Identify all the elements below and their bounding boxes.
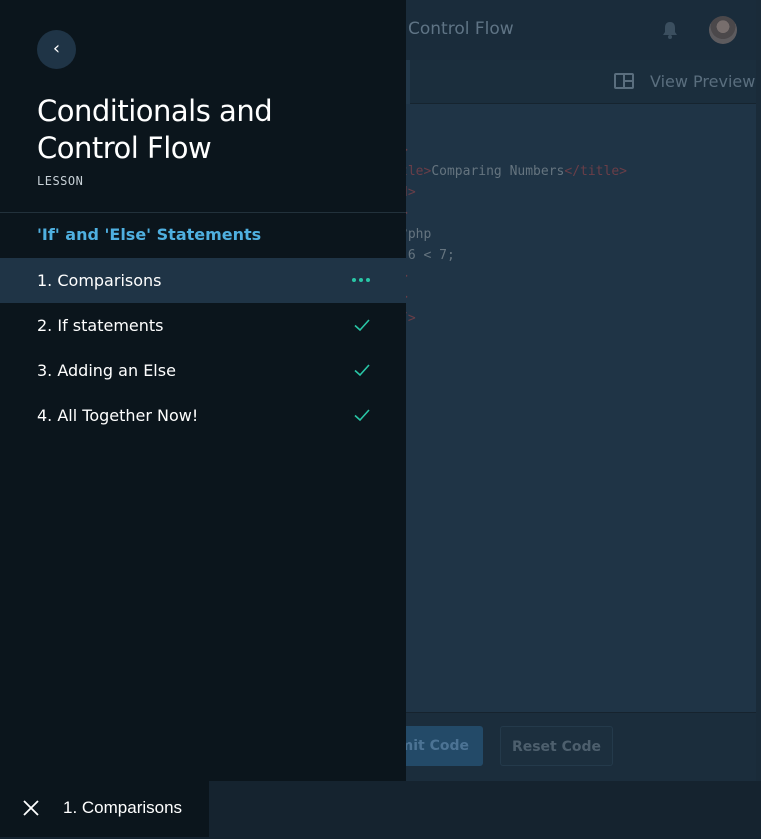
check-icon — [354, 409, 370, 422]
layout-split-icon — [614, 73, 634, 89]
code-line: /> — [400, 308, 761, 329]
divider — [0, 212, 406, 213]
editor-tab[interactable] — [406, 60, 410, 104]
step-item[interactable]: 4. All Together Now! — [0, 393, 406, 438]
view-preview-label: View Preview — [650, 71, 756, 91]
code-line: tle>Comparing Numbers</title> — [400, 161, 761, 182]
code-line: > — [400, 140, 761, 161]
lesson-kind-label: LESSON — [37, 174, 84, 188]
code-token: 6 < 7; — [400, 248, 455, 263]
back-button[interactable]: ‹ — [37, 30, 76, 69]
check-icon — [354, 319, 370, 332]
code-editor[interactable]: >tle>Comparing Numbers</title>d>>?php 6 … — [400, 140, 761, 329]
lesson-title: Conditionals and Control Flow — [37, 94, 273, 165]
code-line: d> — [400, 182, 761, 203]
current-step-label: 1. Comparisons — [63, 798, 183, 817]
reset-code-button[interactable]: Reset Code — [500, 726, 613, 766]
code-line: ?php — [400, 224, 761, 245]
code-token: </title> — [564, 164, 627, 179]
scrollbar[interactable] — [756, 0, 761, 781]
app-title: Control Flow — [408, 19, 514, 39]
code-line: > — [400, 287, 761, 308]
more-dots-icon — [352, 272, 372, 288]
step-label: 4. All Together Now! — [37, 406, 199, 425]
step-label: 3. Adding an Else — [37, 361, 176, 380]
bell-icon[interactable] — [661, 20, 679, 40]
close-icon[interactable] — [22, 799, 40, 817]
code-line: > — [400, 203, 761, 224]
step-label: 1. Comparisons — [37, 271, 162, 290]
chevron-left-icon: ‹ — [52, 38, 61, 59]
step-item[interactable]: 1. Comparisons — [0, 258, 406, 303]
step-item[interactable]: 2. If statements — [0, 303, 406, 348]
lesson-drawer: ‹ Conditionals and Control Flow LESSON '… — [0, 0, 406, 781]
check-icon — [354, 364, 370, 377]
step-list: 1. Comparisons 2. If statements 3. Addin… — [0, 258, 406, 438]
code-line: > — [400, 266, 761, 287]
section-title: 'If' and 'Else' Statements — [37, 225, 262, 244]
step-item[interactable]: 3. Adding an Else — [0, 348, 406, 393]
step-label: 2. If statements — [37, 316, 164, 335]
view-preview-button[interactable]: View Preview — [614, 70, 755, 92]
code-line: 6 < 7; — [400, 245, 761, 266]
code-token: Comparing Numbers — [431, 164, 565, 179]
avatar[interactable] — [709, 16, 737, 44]
